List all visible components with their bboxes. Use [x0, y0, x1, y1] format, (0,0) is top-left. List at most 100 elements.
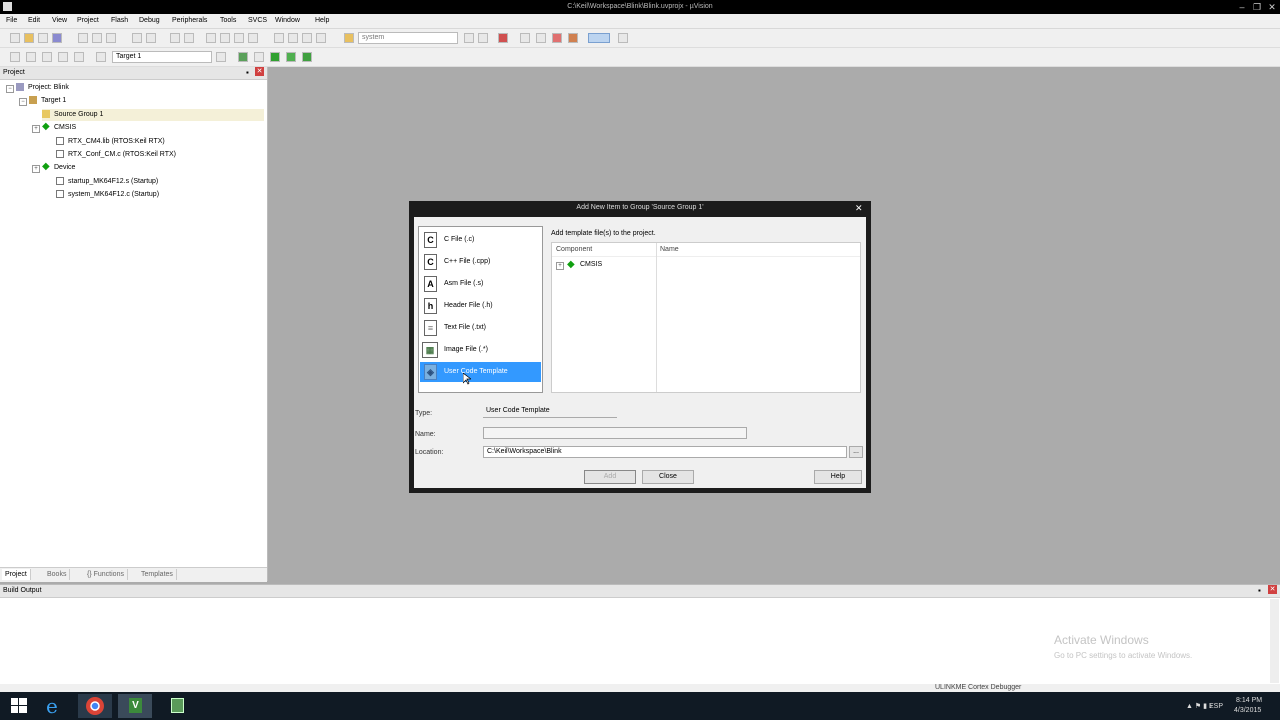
undo-icon[interactable]	[132, 33, 142, 43]
tray-time[interactable]: 8:14 PM	[1236, 697, 1262, 704]
configure-icon[interactable]	[618, 33, 628, 43]
comment-icon[interactable]	[302, 33, 312, 43]
file-type-user-code-template[interactable]: ◈ User Code Template	[420, 362, 541, 382]
find-in-files-icon[interactable]	[344, 33, 354, 43]
find-combo[interactable]: system	[358, 32, 458, 44]
menu-project[interactable]: Project	[77, 17, 99, 24]
file-type-image[interactable]: ▦ Image File (.*)	[420, 340, 541, 360]
bookmark-icon[interactable]	[206, 33, 216, 43]
tree-file-rtx-conf[interactable]: RTX_Conf_CM.c (RTOS:Keil RTX)	[56, 149, 176, 161]
menu-tools[interactable]: Tools	[220, 17, 236, 24]
rebuild-icon[interactable]	[42, 52, 52, 62]
tree-target[interactable]: Target 1	[29, 95, 66, 107]
name-field[interactable]	[483, 427, 747, 439]
next-bookmark-icon[interactable]	[234, 33, 244, 43]
tree-expander-device[interactable]: +	[32, 165, 40, 173]
open-folder-icon[interactable]	[24, 33, 34, 43]
tray-language[interactable]: ESP	[1209, 703, 1223, 710]
tab-templates[interactable]: Templates	[138, 569, 177, 580]
pack-installer-icon[interactable]	[270, 52, 280, 62]
download-icon[interactable]	[96, 52, 106, 62]
panel-close-icon[interactable]: ✕	[255, 67, 264, 76]
run-time-environment-icon[interactable]	[302, 52, 312, 62]
tree-expander-cmsis[interactable]: +	[32, 125, 40, 133]
build-icon[interactable]	[26, 52, 36, 62]
tab-project[interactable]: Project	[2, 569, 31, 580]
menu-view[interactable]: View	[52, 17, 67, 24]
taskbar-chrome[interactable]	[78, 694, 112, 718]
tree-expander-target[interactable]: −	[19, 98, 27, 106]
batch-build-icon[interactable]	[58, 52, 68, 62]
menu-file[interactable]: File	[6, 17, 17, 24]
minimize-button[interactable]: –	[1236, 2, 1248, 12]
new-file-icon[interactable]	[10, 33, 20, 43]
kill-breakpoints-icon[interactable]	[552, 33, 562, 43]
tab-functions[interactable]: {} Functions	[84, 569, 128, 580]
find-icon[interactable]	[464, 33, 474, 43]
column-component[interactable]: Component	[556, 246, 592, 253]
save-icon[interactable]	[38, 33, 48, 43]
file-type-c[interactable]: C C File (.c)	[420, 230, 541, 250]
component-cmsis[interactable]: CMSIS	[580, 261, 602, 268]
taskbar-internet-explorer[interactable]: e	[38, 694, 72, 718]
nav-back-icon[interactable]	[170, 33, 180, 43]
indent-icon[interactable]	[274, 33, 284, 43]
menu-flash[interactable]: Flash	[111, 17, 128, 24]
manage-components-icon[interactable]	[238, 52, 248, 62]
prev-bookmark-icon[interactable]	[220, 33, 230, 43]
cut-icon[interactable]	[78, 33, 88, 43]
tab-books[interactable]: Books	[44, 569, 71, 580]
file-type-header[interactable]: h Header File (.h)	[420, 296, 541, 316]
save-all-icon[interactable]	[52, 33, 62, 43]
start-debug-icon[interactable]	[498, 33, 508, 43]
nav-forward-icon[interactable]	[184, 33, 194, 43]
location-field[interactable]: C:\Keil\Workspace\Blink	[483, 446, 847, 458]
help-button[interactable]: Help	[814, 470, 862, 484]
file-type-cpp[interactable]: C C++ File (.cpp)	[420, 252, 541, 272]
tree-file-startup[interactable]: startup_MK64F12.s (Startup)	[56, 176, 158, 188]
translate-icon[interactable]	[10, 52, 20, 62]
breakpoint-icon[interactable]	[520, 33, 530, 43]
taskbar-pack-installer[interactable]	[160, 694, 194, 718]
menu-peripherals[interactable]: Peripherals	[172, 17, 207, 24]
maximize-button[interactable]: ❐	[1251, 2, 1263, 12]
tree-source-group[interactable]: Source Group 1	[42, 109, 264, 121]
tree-expander-project[interactable]: −	[6, 85, 14, 93]
add-button[interactable]: Add	[584, 470, 636, 484]
tree-expander-cmsis-component[interactable]: +	[556, 262, 564, 270]
close-dialog-button[interactable]: Close	[642, 470, 694, 484]
panel-pin-icon[interactable]: ▪	[246, 68, 249, 77]
panel-pin-icon[interactable]: ▪	[1258, 586, 1261, 595]
panel-close-icon[interactable]: ✕	[1268, 585, 1277, 594]
debug-settings-icon[interactable]	[568, 33, 578, 43]
tray-date[interactable]: 4/3/2015	[1234, 707, 1261, 714]
redo-icon[interactable]	[146, 33, 156, 43]
tree-cmsis[interactable]: ◆ CMSIS	[42, 122, 76, 134]
start-button[interactable]	[2, 694, 36, 718]
menu-window[interactable]: Window	[275, 17, 300, 24]
taskbar-uvision[interactable]: V	[118, 694, 152, 718]
tree-file-rtx-lib[interactable]: RTX_CM4.lib (RTOS:Keil RTX)	[56, 136, 165, 148]
close-button[interactable]: ✕	[1266, 2, 1278, 12]
clear-bookmarks-icon[interactable]	[248, 33, 258, 43]
paste-icon[interactable]	[106, 33, 116, 43]
tree-file-system[interactable]: system_MK64F12.c (Startup)	[56, 189, 159, 201]
window-layout-icon[interactable]	[588, 33, 610, 43]
target-select[interactable]: Target 1	[112, 51, 212, 63]
menu-help[interactable]: Help	[315, 17, 329, 24]
menu-svcs[interactable]: SVCS	[248, 17, 267, 24]
tree-device[interactable]: ◆ Device	[42, 162, 75, 174]
file-type-text[interactable]: ≡ Text File (.txt)	[420, 318, 541, 338]
copy-icon[interactable]	[92, 33, 102, 43]
column-name[interactable]: Name	[660, 246, 679, 253]
tree-project[interactable]: Project: Blink	[16, 82, 69, 94]
dialog-close-icon[interactable]: ✕	[855, 203, 863, 214]
stop-build-icon[interactable]	[74, 52, 84, 62]
incremental-find-icon[interactable]	[478, 33, 488, 43]
build-output-scrollbar[interactable]	[1270, 599, 1279, 683]
browse-button[interactable]: ...	[849, 446, 863, 458]
disable-breakpoint-icon[interactable]	[536, 33, 546, 43]
menu-debug[interactable]: Debug	[139, 17, 160, 24]
uncomment-icon[interactable]	[316, 33, 326, 43]
target-options-icon[interactable]	[216, 52, 226, 62]
